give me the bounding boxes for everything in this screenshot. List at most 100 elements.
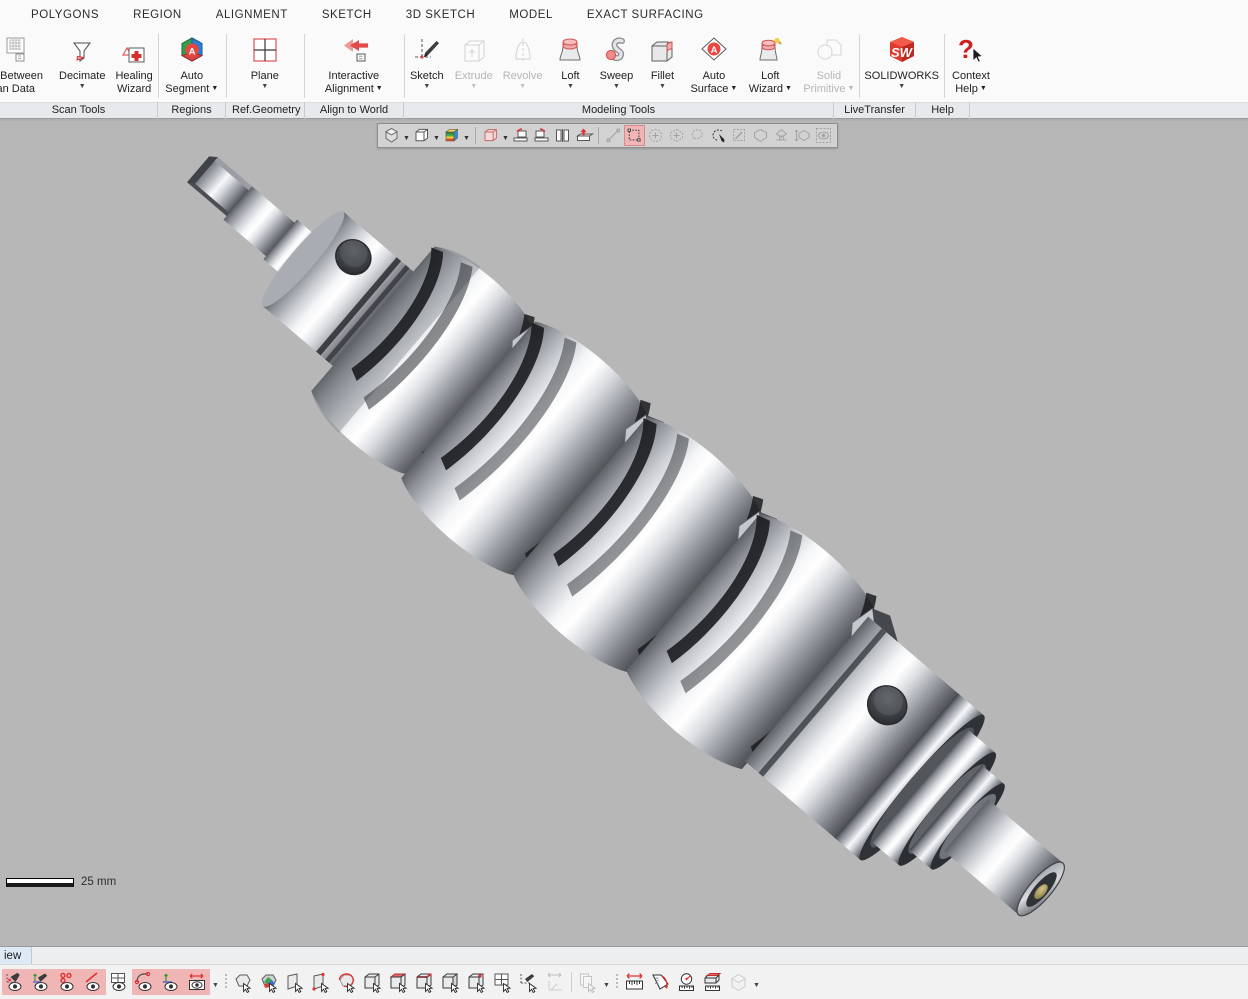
brush-select-icon[interactable] xyxy=(729,125,750,146)
chevron-down-icon[interactable]: ▼ xyxy=(567,83,574,91)
chevron-down-icon[interactable]: ▼ xyxy=(462,125,471,146)
select-region-icon[interactable] xyxy=(256,969,282,995)
ribbon-tab-alignment[interactable]: ALIGNMENT xyxy=(199,0,305,30)
mesh-grid-icon xyxy=(5,33,35,69)
chevron-down-icon[interactable]: ▼ xyxy=(210,969,221,995)
ribbon-button-between-scan-data[interactable]: n Between can Data xyxy=(0,30,54,102)
select-dimension-icon[interactable] xyxy=(542,969,568,995)
depth-select-icon[interactable] xyxy=(792,125,813,146)
measure-volume-icon[interactable] xyxy=(725,969,751,995)
label-text: Auto Segment xyxy=(165,70,210,95)
show-dimension-eye-icon[interactable] xyxy=(184,969,210,995)
rectangle-select-icon[interactable] xyxy=(624,125,645,146)
ribbon-button-decimate[interactable]: Decimate ▼ xyxy=(54,30,110,102)
ribbon-button-plane[interactable]: Plane ▼ xyxy=(226,30,304,102)
ribbon-tab-sketch[interactable]: SKETCH xyxy=(305,0,389,30)
paint-select-icon[interactable] xyxy=(708,125,729,146)
shaded-sphere-icon[interactable] xyxy=(381,125,402,146)
ribbon-button-sweep[interactable]: Sweep ▼ xyxy=(593,30,639,102)
plane-select-icon[interactable] xyxy=(750,125,771,146)
ribbon-tab-3d-sketch[interactable]: 3D SKETCH xyxy=(389,0,493,30)
ribbon-button-extrude: Extrude ▼ xyxy=(450,30,498,102)
chevron-down-icon[interactable]: ▼ xyxy=(501,125,510,146)
3d-model-canvas[interactable] xyxy=(0,121,1248,946)
ribbon-button-auto-segment[interactable]: A Auto Segment ▼ xyxy=(158,30,226,102)
visible-only-eye-icon[interactable] xyxy=(813,125,834,146)
chevron-down-icon[interactable]: ▼ xyxy=(898,83,905,91)
measure-angle-icon[interactable] xyxy=(647,969,673,995)
chevron-down-icon[interactable]: ▼ xyxy=(659,83,666,91)
measure-radius-icon[interactable] xyxy=(673,969,699,995)
show-plane-eye-icon[interactable] xyxy=(106,969,132,995)
circle-select-icon[interactable] xyxy=(645,125,666,146)
show-axis-eye-icon[interactable] xyxy=(158,969,184,995)
ribbon-button-loft[interactable]: Loft ▼ xyxy=(547,30,593,102)
bottom-status-toolbar[interactable]: ▼ ▼ ▼ xyxy=(0,964,1248,999)
select-edge-icon[interactable] xyxy=(412,969,438,995)
select-top-face-icon[interactable] xyxy=(386,969,412,995)
select-grid-icon[interactable] xyxy=(490,969,516,995)
select-sketch-entity-icon[interactable] xyxy=(516,969,542,995)
chevron-down-icon[interactable]: ▼ xyxy=(730,83,737,96)
cone-select-icon[interactable] xyxy=(771,125,792,146)
ribbon-button-healing-wizard[interactable]: Healing Wizard xyxy=(110,30,157,102)
chevron-down-icon[interactable]: ▼ xyxy=(613,83,620,91)
ribbon-tab-exact-surfacing[interactable]: EXACT SURFACING xyxy=(570,0,721,30)
show-sketch-eye-icon[interactable] xyxy=(2,969,28,995)
ribbon-button-auto-surface[interactable]: A Auto Surface ▼ xyxy=(685,30,742,102)
chevron-down-icon[interactable]: ▼ xyxy=(376,83,383,96)
show-point-eye-icon[interactable] xyxy=(54,969,80,995)
chevron-down-icon[interactable]: ▼ xyxy=(785,83,792,96)
ribbon-button-loft-wizard[interactable]: Loft Wizard ▼ xyxy=(742,30,798,102)
polygon-select-icon[interactable] xyxy=(666,125,687,146)
lasso-select-icon[interactable] xyxy=(687,125,708,146)
select-plane-face-icon[interactable] xyxy=(282,969,308,995)
select-loop-icon[interactable] xyxy=(334,969,360,995)
ribbon-button-solidworks[interactable]: SW SOLIDWORKS ▼ xyxy=(859,30,944,102)
measure-distance-icon[interactable] xyxy=(621,969,647,995)
ribbon-button-revolve: Revolve ▼ xyxy=(498,30,548,102)
document-tab-view[interactable]: iew xyxy=(0,947,33,965)
ribbon-button-sketch[interactable]: Sketch ▼ xyxy=(404,30,450,102)
view-display-toolbar[interactable]: ▼ ▼ ▼ ▼ xyxy=(377,123,838,148)
chevron-down-icon[interactable]: ▼ xyxy=(211,83,218,96)
3d-viewport[interactable]: 25 mm xyxy=(0,121,1248,946)
line-select-icon[interactable] xyxy=(603,125,624,146)
mirror-split-icon[interactable] xyxy=(552,125,573,146)
ribbon-tab-model[interactable]: MODEL xyxy=(492,0,570,30)
ribbon-button-context-help[interactable]: ? Context Help ▼ xyxy=(944,30,998,102)
chevron-down-icon[interactable]: ▼ xyxy=(423,83,430,91)
chevron-down-icon[interactable]: ▼ xyxy=(261,83,268,91)
bounding-box-cube-icon[interactable] xyxy=(480,125,501,146)
ribbon-tab-region[interactable]: REGION xyxy=(116,0,199,30)
select-body-icon[interactable] xyxy=(360,969,386,995)
toolbar-drag-handle[interactable] xyxy=(612,971,621,993)
select-mesh-face-icon[interactable] xyxy=(230,969,256,995)
show-line-eye-icon[interactable] xyxy=(80,969,106,995)
show-3dsketch-eye-icon[interactable] xyxy=(28,969,54,995)
group-title-empty xyxy=(970,102,1248,119)
chevron-down-icon[interactable]: ▼ xyxy=(980,83,987,96)
select-point-icon[interactable] xyxy=(464,969,490,995)
extract-up-icon[interactable] xyxy=(573,125,595,146)
section-front-icon[interactable] xyxy=(510,125,531,146)
copy-pick-icon[interactable] xyxy=(575,969,601,995)
wireframe-cube-icon[interactable] xyxy=(411,125,432,146)
section-back-icon[interactable] xyxy=(531,125,552,146)
chevron-down-icon[interactable]: ▼ xyxy=(402,125,411,146)
toolbar-drag-handle[interactable] xyxy=(221,971,230,993)
chevron-down-icon: ▼ xyxy=(470,82,478,90)
ribbon-button-interactive-alignment[interactable]: Interactive Alignment ▼ xyxy=(304,30,404,102)
color-gradient-cube-icon[interactable] xyxy=(441,125,462,146)
chevron-down-icon[interactable]: ▼ xyxy=(432,125,441,146)
show-curve-eye-icon[interactable] xyxy=(132,969,158,995)
measure-thickness-icon[interactable] xyxy=(699,969,725,995)
sketch-pencil-icon xyxy=(411,33,443,69)
chevron-down-icon[interactable]: ▼ xyxy=(601,969,612,995)
chevron-down-icon[interactable]: ▼ xyxy=(751,969,762,995)
ribbon-tab-polygons[interactable]: POLYGONS xyxy=(14,0,116,30)
select-solid-face-icon[interactable] xyxy=(438,969,464,995)
select-vertex-icon[interactable] xyxy=(308,969,334,995)
ribbon-button-fillet[interactable]: Fillet ▼ xyxy=(639,30,685,102)
chevron-down-icon[interactable]: ▼ xyxy=(79,83,86,91)
